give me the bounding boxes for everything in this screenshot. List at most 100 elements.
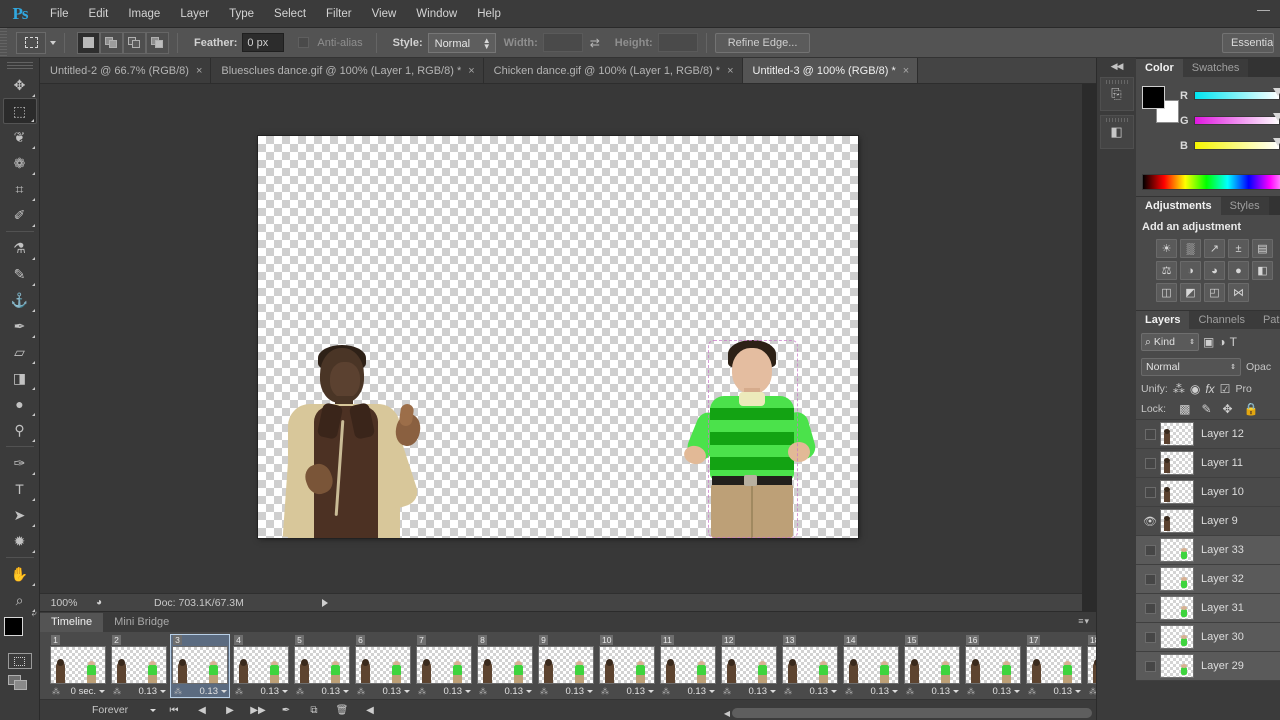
layers-panel-tab-layers[interactable]: Layers: [1136, 311, 1189, 329]
hand-tool[interactable]: ✋: [3, 561, 37, 587]
duplicate-frame-button[interactable]: ⧉: [300, 700, 328, 720]
animation-frame[interactable]: 15⁂0.13: [902, 634, 962, 698]
color-slider-b[interactable]: B: [1180, 137, 1280, 154]
animation-frame[interactable]: 4⁂0.13: [231, 634, 291, 698]
layer-filter-kind-select[interactable]: ⌕ Kind ⇕: [1141, 333, 1199, 351]
invert-icon[interactable]: ◩: [1180, 283, 1201, 302]
panel-menu-icon[interactable]: ≡▾: [1078, 616, 1090, 627]
chevron-down-icon[interactable]: [770, 690, 776, 693]
dodge-tool[interactable]: ⚲: [3, 417, 37, 443]
menu-view[interactable]: View: [362, 0, 407, 28]
animation-frame[interactable]: 5⁂0.13: [292, 634, 352, 698]
width-input[interactable]: [543, 33, 583, 52]
close-icon[interactable]: ×: [727, 65, 733, 77]
adjustments-panel-tab-adjustments[interactable]: Adjustments: [1136, 197, 1221, 215]
propagate-checkbox[interactable]: ☑: [1220, 382, 1231, 396]
foreground-background-color-swatches[interactable]: ⤶: [3, 617, 37, 647]
animation-frame[interactable]: 10⁂0.13: [597, 634, 657, 698]
animation-frame[interactable]: 11⁂0.13: [658, 634, 718, 698]
quick-mask-toggle[interactable]: [8, 653, 32, 669]
layer-visibility-toggle[interactable]: [1140, 429, 1160, 440]
select-first-frame-button[interactable]: ⏮: [160, 700, 188, 720]
screen-mode-toggle[interactable]: [8, 675, 32, 693]
anti-alias-checkbox[interactable]: [298, 37, 309, 48]
chevron-down-icon[interactable]: [99, 690, 105, 693]
workspace-switcher[interactable]: Essentials: [1222, 33, 1274, 53]
vibrance-icon[interactable]: ▤: [1252, 239, 1273, 258]
color-panel-swatches[interactable]: [1142, 86, 1178, 122]
refine-edge-button[interactable]: Refine Edge...: [715, 33, 811, 53]
frame-delay-row[interactable]: ⁂0.13: [1024, 686, 1084, 697]
animation-frame[interactable]: 2⁂0.13: [109, 634, 169, 698]
color-panel-tab-swatches[interactable]: Swatches: [1183, 59, 1249, 77]
frame-delay-row[interactable]: ⁂0.13: [658, 686, 718, 697]
eraser-tool[interactable]: ▱: [3, 339, 37, 365]
layer-row[interactable]: Layer 11: [1136, 449, 1280, 478]
layer-visibility-toggle[interactable]: 👁: [1140, 515, 1160, 528]
frame-delay-row[interactable]: ⁂0 sec.: [48, 686, 108, 697]
color-panel-foreground-swatch[interactable]: [1142, 86, 1165, 109]
delete-frame-button[interactable]: 🗑: [328, 700, 356, 720]
filter-type-icon[interactable]: T: [1230, 335, 1237, 349]
subtract-from-selection-button[interactable]: [123, 32, 146, 54]
swap-icon[interactable]: ⇄: [590, 36, 600, 50]
animation-frame[interactable]: 1⁂0 sec.: [48, 634, 108, 698]
layer-visibility-toggle[interactable]: [1140, 545, 1160, 556]
intersect-selection-button[interactable]: [146, 32, 169, 54]
color-panel-tab-color[interactable]: Color: [1136, 59, 1183, 77]
animation-frame[interactable]: 18⁂0.13: [1085, 634, 1096, 698]
unify-style-icon[interactable]: fx: [1205, 382, 1214, 396]
layer-row[interactable]: Layer 33: [1136, 536, 1280, 565]
select-previous-frame-button[interactable]: ◀: [188, 700, 216, 720]
tool-preset-chevron-down-icon[interactable]: [50, 41, 56, 45]
color-slider-track[interactable]: [1194, 116, 1280, 125]
swap-colors-icon[interactable]: ⤶: [31, 608, 36, 619]
animation-frame[interactable]: 17⁂0.13: [1024, 634, 1084, 698]
animation-frame[interactable]: 9⁂0.13: [536, 634, 596, 698]
frame-delay-row[interactable]: ⁂0.13: [292, 686, 352, 697]
crop-tool[interactable]: ⌗: [3, 176, 37, 202]
timeline-horizontal-scrollbar[interactable]: [732, 708, 1092, 718]
adjustments-panel-tab-styles[interactable]: Styles: [1221, 197, 1269, 215]
frame-delay-row[interactable]: ⁂0.13: [902, 686, 962, 697]
chevron-down-icon[interactable]: [953, 690, 959, 693]
unify-visibility-icon[interactable]: ◉: [1190, 382, 1200, 396]
timeline-scrollbar-row[interactable]: ◀: [724, 708, 1092, 718]
frame-delay-row[interactable]: ⁂0.13: [1085, 686, 1096, 697]
filter-adjustment-icon[interactable]: ◑: [1218, 335, 1225, 349]
lasso-tool[interactable]: ❦: [3, 124, 37, 150]
chevron-down-icon[interactable]: [831, 690, 837, 693]
blur-tool[interactable]: ●: [3, 391, 37, 417]
color-lookup-icon[interactable]: ◫: [1156, 283, 1177, 302]
tween-button[interactable]: ✒: [272, 700, 300, 720]
feather-input[interactable]: 0 px: [242, 33, 284, 52]
levels-icon[interactable]: ▒: [1180, 239, 1201, 258]
black-white-icon[interactable]: ◕: [1204, 261, 1225, 280]
spot-healing-brush-tool[interactable]: ⚗: [3, 235, 37, 261]
lock-transparent-pixels-icon[interactable]: ▩: [1179, 402, 1190, 416]
layers-panel-tab-channels[interactable]: Channels: [1189, 311, 1253, 329]
canvas-area[interactable]: [40, 84, 1082, 593]
frame-delay-row[interactable]: ⁂0.13: [780, 686, 840, 697]
threshold-icon[interactable]: ⋈: [1228, 283, 1249, 302]
layer-row[interactable]: Layer 30: [1136, 623, 1280, 652]
animation-frame[interactable]: 12⁂0.13: [719, 634, 779, 698]
toolbar-grip[interactable]: [7, 62, 33, 70]
status-menu-arrow-icon[interactable]: [322, 599, 328, 607]
color-slider-thumb[interactable]: [1273, 113, 1280, 121]
menu-type[interactable]: Type: [219, 0, 264, 28]
play-animation-button[interactable]: ▶: [216, 700, 244, 720]
menu-select[interactable]: Select: [264, 0, 316, 28]
color-slider-track[interactable]: [1194, 141, 1280, 150]
animation-frame[interactable]: 3⁂0.13: [170, 634, 230, 698]
new-selection-button[interactable]: [77, 32, 100, 54]
document-tab-0[interactable]: Untitled-2 @ 66.7% (RGB/8)×: [40, 58, 211, 83]
chevron-down-icon[interactable]: [526, 690, 532, 693]
color-slider-track[interactable]: [1194, 91, 1280, 100]
bottom-panel-tab-mini-bridge[interactable]: Mini Bridge: [103, 613, 180, 632]
layers-panel-tab-paths[interactable]: Paths: [1254, 311, 1280, 329]
frame-delay-row[interactable]: ⁂0.13: [231, 686, 291, 697]
frame-delay-row[interactable]: ⁂0.13: [109, 686, 169, 697]
chevron-down-icon[interactable]: [648, 690, 654, 693]
scroll-left-icon[interactable]: ◀: [724, 709, 730, 718]
